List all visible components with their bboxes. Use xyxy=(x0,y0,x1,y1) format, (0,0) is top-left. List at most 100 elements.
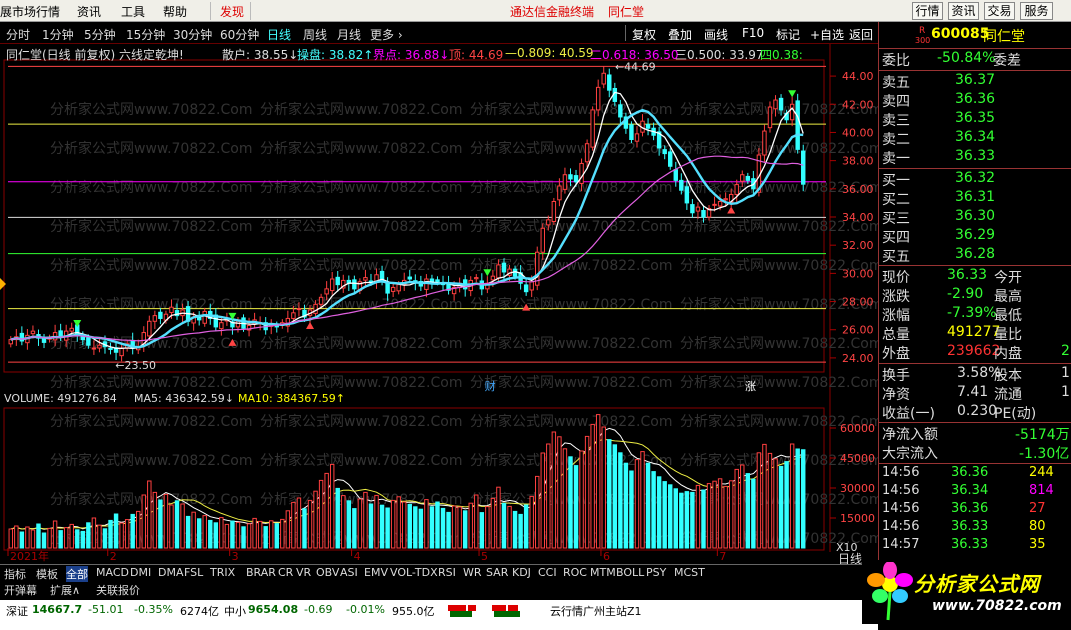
volume-bar xyxy=(740,464,745,549)
shouyi-value: 0.230 xyxy=(957,403,998,419)
zongliang-label: 总量 xyxy=(882,327,910,343)
tab-[interactable]: 指标 xyxy=(4,566,26,582)
x-tick-label: 5 xyxy=(481,550,488,563)
tab-[interactable]: 全部 xyxy=(66,566,88,582)
volume-bar xyxy=(208,519,213,549)
tab-trix[interactable]: TRIX xyxy=(210,566,235,579)
volume-bar xyxy=(102,528,108,549)
tool-overlay[interactable]: 叠加 xyxy=(668,26,692,43)
tick-volume: 80 xyxy=(1029,519,1046,534)
candle-body xyxy=(662,149,667,155)
tab-[interactable]: 模板 xyxy=(36,566,58,582)
volume-bar xyxy=(230,520,235,549)
zx-change: -0.69 xyxy=(304,603,333,616)
tab-vr[interactable]: VR xyxy=(296,566,311,579)
tool-back[interactable]: 返回 xyxy=(849,26,873,43)
zhangfu-value: -7.39% xyxy=(947,305,997,321)
tab-emv[interactable]: EMV xyxy=(364,566,388,579)
server-name: 云行情广州主站Z1 xyxy=(550,605,642,618)
candle-body xyxy=(523,284,529,293)
tool-mark[interactable]: 标记 xyxy=(776,26,800,43)
period-month[interactable]: 月线 xyxy=(337,26,361,43)
candle-body xyxy=(568,174,573,180)
watermark-text: 分析家公式网www.70822.Com xyxy=(470,413,672,430)
huanshou-label: 换手 xyxy=(882,368,910,384)
tab-expand[interactable]: 扩展∧ xyxy=(50,582,80,598)
tab-mcst[interactable]: MCST xyxy=(674,566,705,579)
menu-tools[interactable]: 工具 xyxy=(121,3,145,20)
volume-bar xyxy=(252,517,257,549)
tab-wr[interactable]: WR xyxy=(463,566,482,579)
tab-cci[interactable]: CCI xyxy=(538,566,557,579)
buy-label: 买一 xyxy=(882,173,910,189)
period-day[interactable]: 日线 xyxy=(267,26,291,43)
tab-roc[interactable]: ROC xyxy=(563,566,587,579)
market-breadth-icon xyxy=(448,605,538,620)
menu-news[interactable]: 资讯 xyxy=(77,3,101,20)
candle-body xyxy=(634,133,640,142)
candle-body xyxy=(296,308,302,311)
tab-dma[interactable]: DMA xyxy=(158,566,184,579)
period-1min[interactable]: 1分钟 xyxy=(42,26,74,43)
tool-f10[interactable]: F10 xyxy=(742,26,764,40)
sell-price: 36.34 xyxy=(955,129,996,145)
tool-add-favorite[interactable]: +自选 xyxy=(810,26,844,43)
period-more[interactable]: 更多 › xyxy=(370,26,403,43)
tab-danmu[interactable]: 开弹幕 xyxy=(4,582,37,598)
tab-dmi[interactable]: DMI xyxy=(130,566,151,579)
btn-news[interactable]: 资讯 xyxy=(948,2,979,20)
buy-label: 买二 xyxy=(882,192,910,208)
candle-body xyxy=(573,175,579,183)
tab-voltdx[interactable]: VOL-TDX xyxy=(390,566,438,579)
candle-body xyxy=(673,169,678,181)
tab-boll[interactable]: BOLL xyxy=(616,566,644,579)
tool-draw[interactable]: 画线 xyxy=(704,26,728,43)
volume-bar xyxy=(712,480,717,549)
tick-price: 36.36 xyxy=(951,465,989,480)
volume-bar xyxy=(474,494,479,549)
scroll-handle-icon xyxy=(0,278,6,290)
tab-kdj[interactable]: KDJ xyxy=(512,566,531,579)
tab-macd[interactable]: MACD xyxy=(96,566,129,579)
period-60min[interactable]: 60分钟 xyxy=(220,26,259,43)
huanshou-row: 换手 3.58% 股本 1 xyxy=(879,365,1071,384)
panel-divider xyxy=(879,265,1071,266)
panel-divider xyxy=(879,463,1071,464)
tab-related-quote[interactable]: 关联报价 xyxy=(96,582,140,598)
candle-body xyxy=(695,206,701,212)
vol-ma5-line xyxy=(10,427,804,530)
period-30min[interactable]: 30分钟 xyxy=(173,26,212,43)
tab-brar[interactable]: BRAR xyxy=(246,566,276,579)
shouyi-row: 收益(一) 0.230 PE(动) xyxy=(879,403,1071,422)
period-week[interactable]: 周线 xyxy=(303,26,327,43)
period-5min[interactable]: 5分钟 xyxy=(84,26,116,43)
tab-fsl[interactable]: FSL xyxy=(184,566,203,579)
tab-psy[interactable]: PSY xyxy=(646,566,666,579)
kline-chart[interactable]: 分析家公式网www.70822.Com 分析家公式网www.70822.Com 分析… xyxy=(0,44,878,564)
volume-bar xyxy=(280,518,285,549)
tab-sar[interactable]: SAR xyxy=(486,566,508,579)
logo-url[interactable]: www.70822.com xyxy=(932,598,1062,614)
menu-help[interactable]: 帮助 xyxy=(163,3,187,20)
period-minute[interactable]: 分时 xyxy=(6,26,30,43)
tab-obv[interactable]: OBV xyxy=(316,566,339,579)
tab-mtm[interactable]: MTM xyxy=(590,566,616,579)
tab-rsi[interactable]: RSI xyxy=(438,566,456,579)
volume-bar xyxy=(19,531,25,549)
btn-trade[interactable]: 交易 xyxy=(984,2,1015,20)
tab-asi[interactable]: ASI xyxy=(340,566,358,579)
volume-bar xyxy=(296,497,302,549)
period-15min[interactable]: 15分钟 xyxy=(126,26,165,43)
volume-bar xyxy=(163,493,169,549)
btn-quote[interactable]: 行情 xyxy=(912,2,943,20)
menu-discover[interactable]: 发现 xyxy=(220,3,244,20)
menu-market[interactable]: 展市场行情 xyxy=(0,3,60,20)
buy-row: 买四 36.29 xyxy=(879,227,1071,246)
sell-row: 卖五 36.37 xyxy=(879,72,1071,91)
tool-fuquan[interactable]: 复权 xyxy=(632,26,656,43)
block-inflow-value: -1.30亿 xyxy=(1019,446,1070,462)
tab-cr[interactable]: CR xyxy=(278,566,293,579)
btn-service[interactable]: 服务 xyxy=(1020,2,1053,20)
volume-bar xyxy=(396,496,401,549)
volume-bar xyxy=(607,439,612,549)
